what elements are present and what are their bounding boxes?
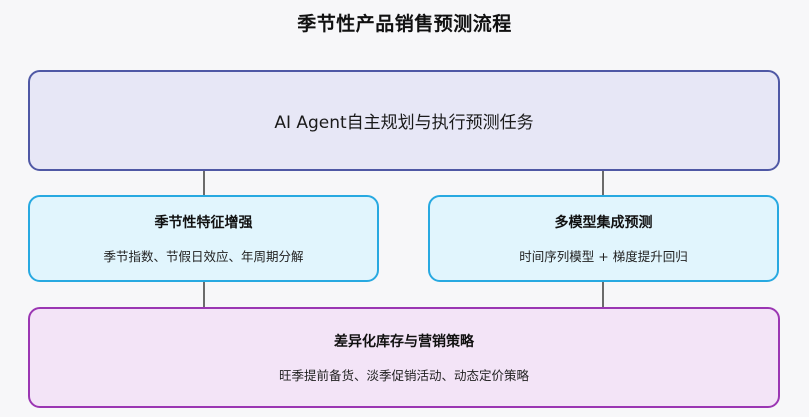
strategy-heading: 差异化库存与营销策略 [334, 334, 474, 350]
diagram-title: 季节性产品销售预测流程 [297, 13, 512, 35]
feature-enhancement-heading: 季节性特征增强 [154, 215, 253, 231]
ensemble-forecast-heading: 多模型集成预测 [554, 215, 653, 231]
ensemble-forecast-node: 多模型集成预测 时间序列模型 + 梯度提升回归 [428, 195, 779, 282]
connector-right-to-bottom [602, 282, 604, 307]
connector-agent-to-right [602, 171, 604, 195]
feature-enhancement-node: 季节性特征增强 季节指数、节假日效应、年周期分解 [28, 195, 379, 282]
connector-left-to-bottom [203, 282, 205, 307]
feature-enhancement-description: 季节指数、节假日效应、年周期分解 [103, 249, 304, 264]
connector-agent-to-left [203, 171, 205, 195]
ensemble-forecast-description: 时间序列模型 + 梯度提升回归 [519, 249, 688, 264]
strategy-node: 差异化库存与营销策略 旺季提前备货、淡季促销活动、动态定价策略 [28, 307, 780, 408]
agent-node: AI Agent自主规划与执行预测任务 [28, 70, 780, 171]
agent-node-label: AI Agent自主规划与执行预测任务 [274, 113, 534, 133]
strategy-description: 旺季提前备货、淡季促销活动、动态定价策略 [278, 368, 529, 383]
